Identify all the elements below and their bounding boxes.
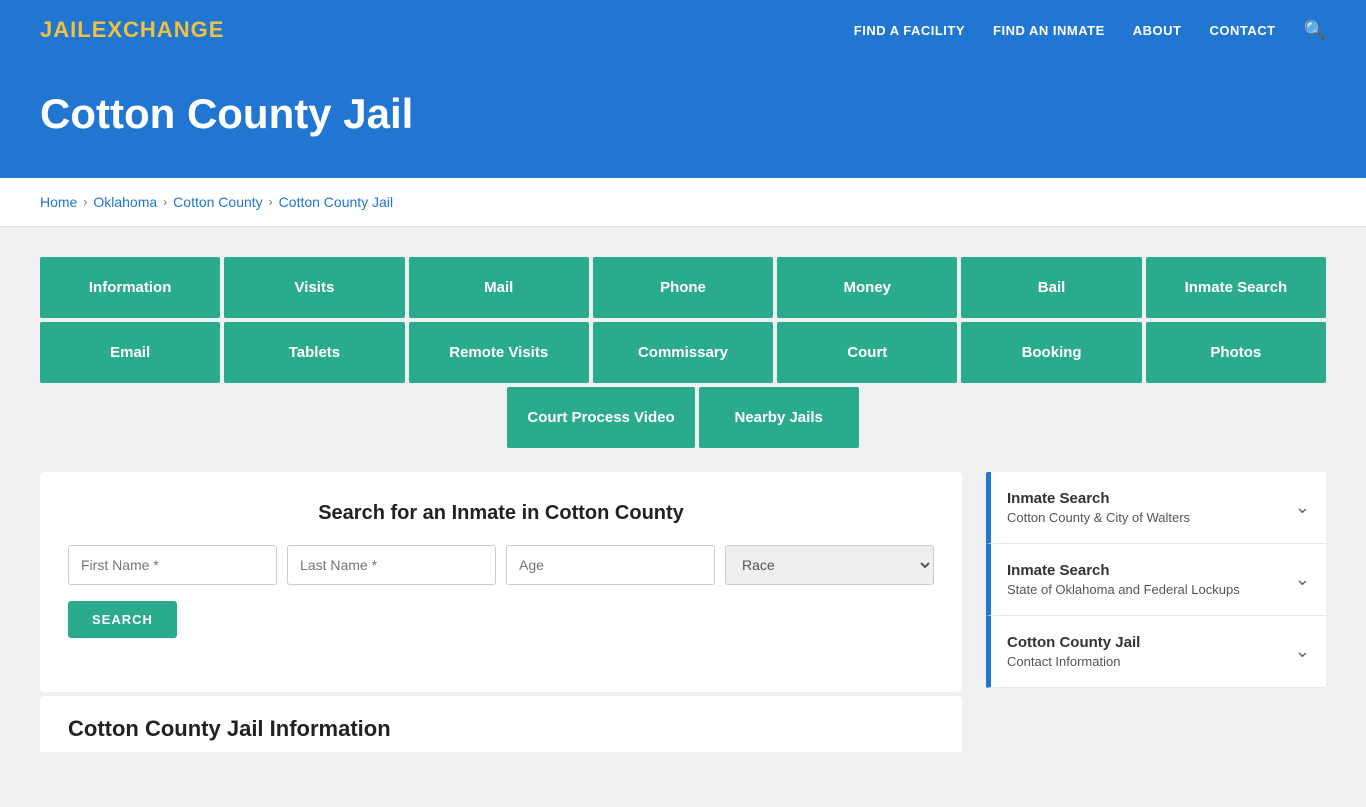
tile-photos[interactable]: Photos xyxy=(1146,322,1326,383)
tile-phone[interactable]: Phone xyxy=(593,257,773,318)
search-button[interactable]: SEARCH xyxy=(68,601,177,638)
sidebar-item-1-subtitle: State of Oklahoma and Federal Lockups xyxy=(1007,582,1240,597)
sidebar-item-1[interactable]: Inmate Search State of Oklahoma and Fede… xyxy=(986,544,1326,616)
sidebar-item-0[interactable]: Inmate Search Cotton County & City of Wa… xyxy=(986,472,1326,544)
main-nav: FIND A FACILITY FIND AN INMATE ABOUT CON… xyxy=(854,20,1326,41)
chevron-down-icon-0: ⌄ xyxy=(1295,497,1310,518)
sidebar: Inmate Search Cotton County & City of Wa… xyxy=(986,472,1326,688)
main-content: Information Visits Mail Phone Money Bail… xyxy=(0,227,1366,807)
breadcrumb-cotton-county[interactable]: Cotton County xyxy=(173,194,263,210)
last-name-input[interactable] xyxy=(287,545,496,585)
breadcrumb-oklahoma[interactable]: Oklahoma xyxy=(93,194,157,210)
sidebar-item-0-title: Inmate Search xyxy=(1007,490,1190,507)
tile-money[interactable]: Money xyxy=(777,257,957,318)
chevron-down-icon-1: ⌄ xyxy=(1295,569,1310,590)
breadcrumb: Home › Oklahoma › Cotton County › Cotton… xyxy=(40,194,1326,210)
race-select[interactable]: Race White Black Hispanic Asian Other xyxy=(725,545,934,585)
age-input[interactable] xyxy=(506,545,715,585)
breadcrumb-sep-2: › xyxy=(163,195,167,209)
tile-visits[interactable]: Visits xyxy=(224,257,404,318)
tile-court-process-video[interactable]: Court Process Video xyxy=(507,387,694,448)
sidebar-item-0-subtitle: Cotton County & City of Walters xyxy=(1007,510,1190,525)
sidebar-item-2-title: Cotton County Jail xyxy=(1007,634,1140,651)
nav-about[interactable]: ABOUT xyxy=(1133,23,1182,38)
tile-row-2: Email Tablets Remote Visits Commissary C… xyxy=(40,322,1326,383)
breadcrumb-cotton-county-jail[interactable]: Cotton County Jail xyxy=(279,194,393,210)
first-name-input[interactable] xyxy=(68,545,277,585)
breadcrumb-sep-3: › xyxy=(269,195,273,209)
logo: JAILEXCHANGE xyxy=(40,17,224,43)
tile-booking[interactable]: Booking xyxy=(961,322,1141,383)
search-icon-button[interactable]: 🔍 xyxy=(1304,20,1326,41)
tile-court[interactable]: Court xyxy=(777,322,957,383)
info-heading-title: Cotton County Jail Information xyxy=(68,716,934,742)
nav-find-facility[interactable]: FIND A FACILITY xyxy=(854,23,965,38)
logo-exchange: EXCHANGE xyxy=(92,17,225,42)
logo-jail: JAIL xyxy=(40,17,92,42)
sidebar-item-2-subtitle: Contact Information xyxy=(1007,654,1140,669)
tile-tablets[interactable]: Tablets xyxy=(224,322,404,383)
tile-nearby-jails[interactable]: Nearby Jails xyxy=(699,387,859,448)
page-title: Cotton County Jail xyxy=(40,90,1326,138)
inmate-search-card: Search for an Inmate in Cotton County Ra… xyxy=(40,472,962,692)
info-heading-card: Cotton County Jail Information xyxy=(40,696,962,752)
breadcrumb-sep-1: › xyxy=(83,195,87,209)
breadcrumb-bar: Home › Oklahoma › Cotton County › Cotton… xyxy=(0,178,1366,227)
hero-section: Cotton County Jail xyxy=(0,60,1366,178)
search-title: Search for an Inmate in Cotton County xyxy=(68,502,934,525)
tile-remote-visits[interactable]: Remote Visits xyxy=(409,322,589,383)
header: JAILEXCHANGE FIND A FACILITY FIND AN INM… xyxy=(0,0,1366,60)
tile-commissary[interactable]: Commissary xyxy=(593,322,773,383)
tile-bail[interactable]: Bail xyxy=(961,257,1141,318)
tile-inmate-search[interactable]: Inmate Search xyxy=(1146,257,1326,318)
nav-contact[interactable]: CONTACT xyxy=(1209,23,1275,38)
chevron-down-icon-2: ⌄ xyxy=(1295,641,1310,662)
two-col-section: Search for an Inmate in Cotton County Ra… xyxy=(40,472,1326,752)
sidebar-item-2[interactable]: Cotton County Jail Contact Information ⌄ xyxy=(986,616,1326,688)
search-inputs: Race White Black Hispanic Asian Other xyxy=(68,545,934,585)
sidebar-item-1-title: Inmate Search xyxy=(1007,562,1240,579)
tile-row-1: Information Visits Mail Phone Money Bail… xyxy=(40,257,1326,318)
tile-row-3: Court Process Video Nearby Jails xyxy=(40,387,1326,448)
breadcrumb-home[interactable]: Home xyxy=(40,194,77,210)
nav-find-inmate[interactable]: FIND AN INMATE xyxy=(993,23,1105,38)
tile-information[interactable]: Information xyxy=(40,257,220,318)
tile-mail[interactable]: Mail xyxy=(409,257,589,318)
tile-email[interactable]: Email xyxy=(40,322,220,383)
